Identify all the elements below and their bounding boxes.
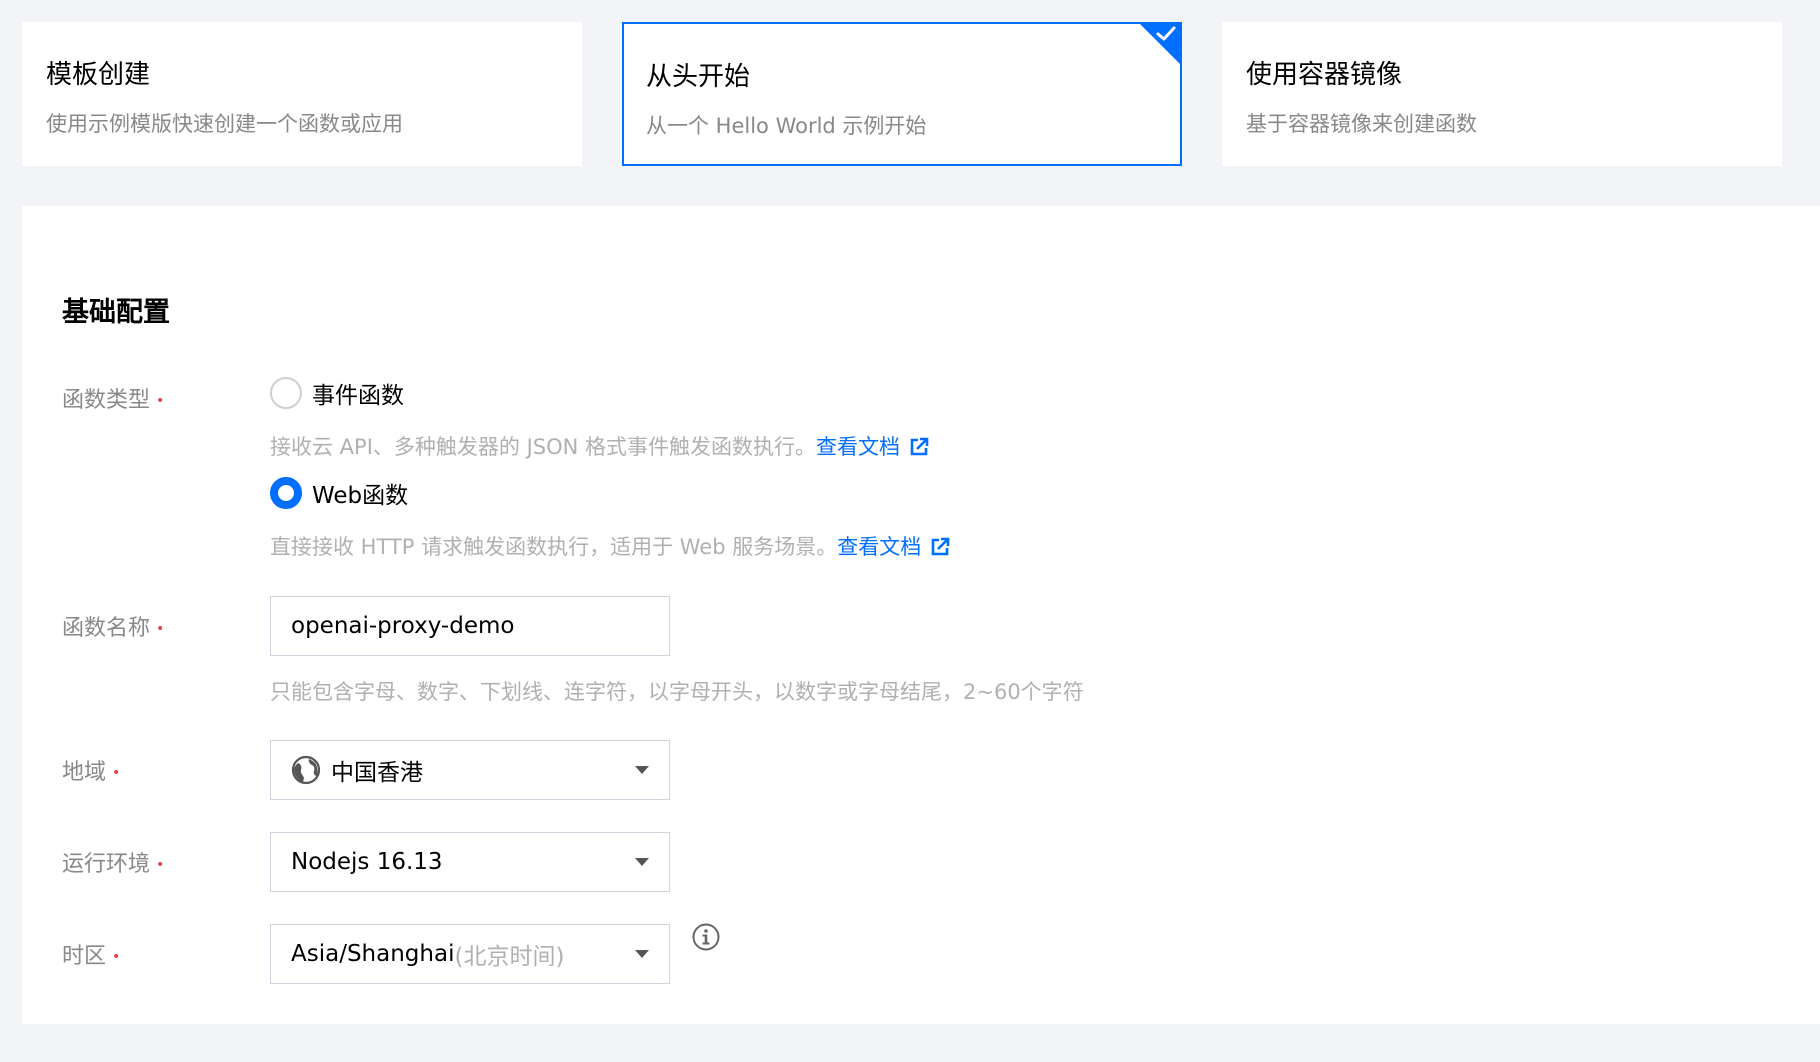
- radio-label: 事件函数: [312, 383, 404, 409]
- select-value-wrap: Asia/Shanghai (北京时间): [291, 925, 564, 983]
- external-link-icon: [910, 437, 929, 456]
- info-icon[interactable]: [691, 922, 721, 952]
- func-name-label-text: 函数名称: [62, 616, 151, 641]
- runtime-label: 运行环境 •: [62, 846, 164, 878]
- mode-card-desc: 基于容器镜像来创建函数: [1246, 112, 1477, 136]
- timezone-label: 时区 •: [62, 938, 120, 970]
- mode-card-container-image[interactable]: 使用容器镜像 基于容器镜像来创建函数: [1222, 22, 1782, 166]
- section-title: 基础配置: [62, 297, 170, 328]
- radio-web-function[interactable]: Web函数: [270, 476, 408, 510]
- mode-card-desc: 使用示例模版快速创建一个函数或应用: [46, 112, 403, 136]
- radio-label: Web函数: [312, 483, 409, 509]
- func-type-label-text: 函数类型: [62, 388, 151, 413]
- required-mark: •: [112, 949, 121, 965]
- help-text: 直接接收 HTTP 请求触发函数执行，适用于 Web 服务场景。: [270, 535, 838, 559]
- link-text: 查看文档: [837, 535, 922, 559]
- radio-button[interactable]: [270, 377, 302, 409]
- web-function-help: 直接接收 HTTP 请求触发函数执行，适用于 Web 服务场景。查看文档: [270, 531, 951, 561]
- required-mark: •: [112, 765, 121, 781]
- func-name-label: 函数名称 •: [62, 610, 164, 642]
- external-link-icon: [931, 537, 950, 556]
- func-name-help: 只能包含字母、数字、下划线、连字符，以字母开头，以数字或字母结尾，2~60个字符: [270, 680, 1084, 704]
- basic-config-panel: 基础配置 函数类型 • 事件函数 接收云 API、多种触发器的 JSON 格式事件…: [22, 206, 1820, 1024]
- runtime-label-text: 运行环境: [62, 852, 151, 877]
- required-mark: •: [156, 621, 165, 637]
- link-text: 查看文档: [816, 435, 901, 459]
- timezone-select[interactable]: Asia/Shanghai (北京时间): [270, 924, 670, 984]
- timezone-label-text: 时区: [62, 944, 107, 969]
- chevron-down-icon: [635, 766, 649, 774]
- globe-icon: [291, 755, 321, 785]
- radio-button-checked[interactable]: [270, 477, 302, 509]
- select-value-wrap: 中国香港: [291, 741, 423, 799]
- mode-card-title: 使用容器镜像: [1246, 60, 1403, 90]
- func-name-field[interactable]: [270, 596, 670, 656]
- region-label: 地域 •: [62, 754, 120, 786]
- timezone-note: (北京时间): [454, 944, 565, 970]
- region-value: 中国香港: [331, 760, 423, 786]
- radio-event-function[interactable]: 事件函数: [270, 376, 404, 410]
- runtime-select[interactable]: Nodejs 16.13: [270, 832, 670, 892]
- event-function-help: 接收云 API、多种触发器的 JSON 格式事件触发函数执行。查看文档: [270, 431, 930, 461]
- runtime-value: Nodejs 16.13: [291, 849, 443, 875]
- create-function-page: 模板创建 使用示例模版快速创建一个函数或应用 从头开始 从一个 Hello Wo…: [0, 0, 1820, 1062]
- mode-card-template[interactable]: 模板创建 使用示例模版快速创建一个函数或应用: [22, 22, 582, 166]
- select-value-wrap: Nodejs 16.13: [291, 833, 443, 891]
- mode-card-from-scratch[interactable]: 从头开始 从一个 Hello World 示例开始: [622, 22, 1182, 166]
- mode-card-title: 从头开始: [646, 62, 751, 92]
- func-name-input[interactable]: [271, 597, 669, 655]
- check-icon: [1156, 26, 1176, 41]
- required-mark: •: [156, 393, 165, 409]
- view-docs-link[interactable]: 查看文档: [816, 435, 930, 459]
- view-docs-link[interactable]: 查看文档: [837, 535, 951, 559]
- mode-card-title: 模板创建: [46, 60, 151, 90]
- chevron-down-icon: [635, 858, 649, 866]
- region-label-text: 地域: [62, 760, 107, 785]
- timezone-value: Asia/Shanghai: [291, 941, 455, 967]
- func-type-label: 函数类型 •: [62, 382, 164, 414]
- help-text: 接收云 API、多种触发器的 JSON 格式事件触发函数执行。: [270, 435, 817, 459]
- required-mark: •: [156, 857, 165, 873]
- mode-card-desc: 从一个 Hello World 示例开始: [646, 114, 927, 138]
- region-select[interactable]: 中国香港: [270, 740, 670, 800]
- chevron-down-icon: [635, 950, 649, 958]
